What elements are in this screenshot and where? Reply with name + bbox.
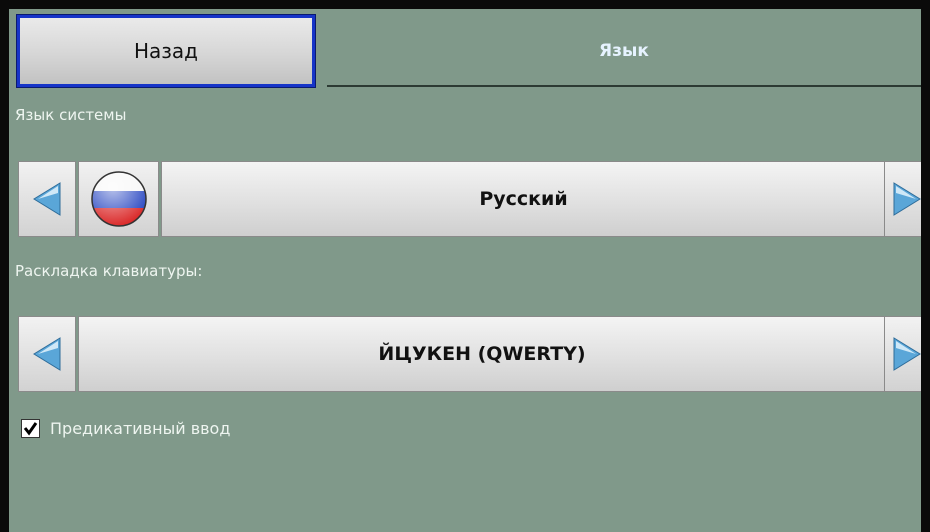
back-button[interactable]: Назад [16,14,316,88]
arrow-right-icon [893,182,921,216]
arrow-left-icon [33,182,61,216]
device-frame: Назад Язык Язык системы Русский Раскладк… [0,0,930,532]
arrow-right-icon [893,337,921,371]
keyboard-layout-value-button[interactable]: ЙЦУКЕН (QWERTY) [78,316,886,392]
keyboard-layout-selector: ЙЦУКЕН (QWERTY) [18,316,921,392]
keyboard-layout-next-button[interactable] [884,316,921,392]
system-language-prev-button[interactable] [18,161,76,237]
russia-flag-icon [90,171,147,227]
keyboard-layout-label: Раскладка клавиатуры: [15,262,203,280]
title-underline [327,85,921,87]
predictive-input-row[interactable]: Предикативный ввод [21,419,230,438]
system-language-value: Русский [479,188,568,210]
predictive-input-checkbox[interactable] [21,419,40,438]
system-language-selector: Русский [18,161,921,237]
arrow-left-icon [33,337,61,371]
language-settings-screen: Назад Язык Язык системы Русский Раскладк… [9,9,921,532]
system-language-label: Язык системы [15,106,127,124]
predictive-input-label: Предикативный ввод [50,419,231,438]
page-title: Язык [599,41,649,61]
back-button-label: Назад [133,39,198,63]
keyboard-layout-value: ЙЦУКЕН (QWERTY) [378,343,586,365]
keyboard-layout-prev-button[interactable] [18,316,76,392]
system-language-value-button[interactable]: Русский [161,161,886,237]
checkmark-icon [23,422,38,436]
system-language-next-button[interactable] [884,161,921,237]
flag-button[interactable] [78,161,159,237]
